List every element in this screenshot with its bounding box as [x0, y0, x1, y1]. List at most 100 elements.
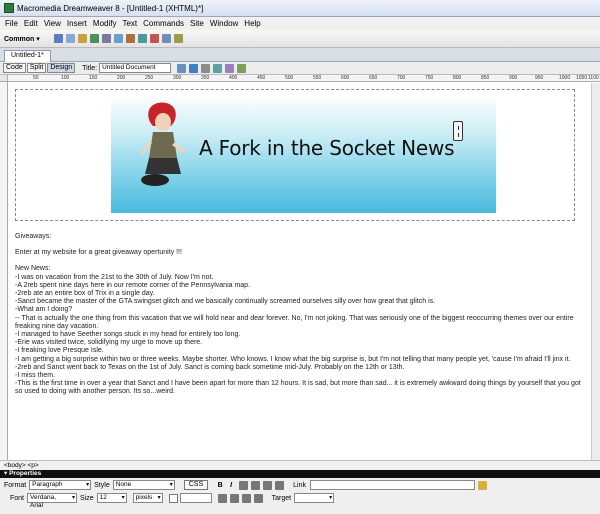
menu-site[interactable]: Site — [187, 19, 207, 28]
menu-help[interactable]: Help — [241, 19, 263, 28]
format-select[interactable]: Paragraph — [29, 480, 92, 490]
menu-edit[interactable]: Edit — [21, 19, 41, 28]
dreamweaver-app-icon — [4, 3, 14, 13]
tag-chooser-icon[interactable] — [174, 34, 183, 43]
ruler-tick: 150 — [89, 75, 98, 81]
properties-title: Properties — [9, 470, 42, 477]
comment-icon[interactable] — [150, 34, 159, 43]
date-icon[interactable] — [138, 34, 147, 43]
table-icon[interactable] — [90, 34, 99, 43]
split-view-button[interactable]: Split — [26, 63, 47, 73]
news-line: -2reb and Sanct went back to Texas on th… — [15, 363, 405, 371]
ruler-tick: 250 — [145, 75, 154, 81]
align-center-icon[interactable] — [251, 480, 261, 490]
size-select[interactable]: 12 — [96, 493, 127, 503]
menu-insert[interactable]: Insert — [64, 19, 90, 28]
font-select[interactable]: Verdana, Arial — [27, 493, 78, 509]
document-title-input[interactable]: Untitled Document — [99, 63, 172, 73]
news-line: -2reb ate an entire box of Trix in a sin… — [15, 290, 155, 298]
design-view-button[interactable]: Design — [47, 63, 76, 73]
named-anchor-icon[interactable] — [78, 34, 87, 43]
text-color-swatch[interactable] — [168, 493, 178, 503]
check-page-icon[interactable] — [201, 63, 211, 73]
ordered-list-icon[interactable] — [229, 493, 239, 503]
news-line: -- That is actually the one thing from t… — [15, 314, 574, 330]
indent-icon[interactable] — [253, 493, 263, 503]
ruler-tick: 450 — [257, 75, 266, 81]
justify-icon[interactable] — [275, 480, 285, 490]
browse-folder-icon[interactable] — [477, 480, 487, 490]
file-management-icon[interactable] — [177, 63, 187, 73]
ruler-tick: 300 — [173, 75, 182, 81]
refresh-icon[interactable] — [213, 63, 223, 73]
layer-icon[interactable] — [102, 34, 111, 43]
link-input[interactable] — [309, 480, 475, 490]
ruler-tick: 650 — [369, 75, 378, 81]
css-button[interactable]: CSS — [183, 480, 209, 490]
italic-button[interactable]: I — [227, 482, 235, 489]
ruler-tick: 50 — [33, 75, 39, 81]
align-left-icon[interactable] — [239, 480, 249, 490]
template-icon[interactable] — [162, 34, 171, 43]
menu-view[interactable]: View — [41, 19, 64, 28]
units-select[interactable]: pixels — [132, 493, 163, 503]
font-label: Font — [10, 494, 25, 502]
ruler-tick: 1000 — [559, 75, 571, 81]
news-line: -This is the first time in over a year t… — [15, 380, 581, 396]
menu-text[interactable]: Text — [119, 19, 140, 28]
media-icon[interactable] — [126, 34, 135, 43]
properties-panel-header[interactable]: ▾ Properties — [0, 470, 600, 478]
image-icon[interactable] — [114, 34, 123, 43]
ruler-tick: 700 — [397, 75, 406, 81]
horizontal-ruler: 50 100 150 200 250 300 350 400 450 500 5… — [8, 75, 600, 82]
style-select[interactable]: None — [112, 480, 175, 490]
code-view-button[interactable]: Code — [3, 63, 26, 73]
format-label: Format — [4, 481, 27, 489]
news-line: -I was on vacation from the 21st to the … — [15, 273, 214, 281]
style-label: Style — [94, 481, 110, 489]
tag-selector[interactable]: <body> <p> — [0, 460, 600, 470]
ruler-tick: 550 — [313, 75, 322, 81]
window-title-bar: Macromedia Dreamweaver 8 - [Untitled-1 (… — [0, 0, 600, 17]
link-label: Link — [293, 481, 306, 489]
ruler-tick: 1050 — [576, 75, 588, 81]
menu-commands[interactable]: Commands — [140, 19, 187, 28]
properties-row-1: Format Paragraph Style None CSS B I Link — [4, 479, 490, 491]
view-options-icon[interactable] — [225, 63, 235, 73]
page-content[interactable]: Giveaways: Enter at my website for a gre… — [15, 233, 589, 397]
menu-file[interactable]: File — [2, 19, 21, 28]
ruler-tick: 750 — [425, 75, 434, 81]
hyperlink-icon[interactable] — [54, 34, 63, 43]
news-line: -Erie was visited twice, solidifying my … — [15, 339, 203, 347]
document-tab-untitled-1[interactable]: Untitled-1* — [4, 50, 51, 62]
unordered-list-icon[interactable] — [217, 493, 227, 503]
ruler-tick: 100 — [61, 75, 70, 81]
align-right-icon[interactable] — [263, 480, 273, 490]
banner-image[interactable]: A Fork in the Socket News — [111, 94, 496, 213]
design-view-canvas[interactable]: A Fork in the Socket News Giveaways: Ent… — [9, 83, 591, 460]
menu-window[interactable]: Window — [207, 19, 241, 28]
text-color-input[interactable] — [179, 493, 212, 503]
vertical-scrollbar[interactable] — [591, 83, 600, 460]
visual-aids-icon[interactable] — [237, 63, 247, 73]
vertical-ruler — [0, 82, 8, 460]
preview-in-browser-icon[interactable] — [189, 63, 199, 73]
news-line: -A 2reb spent nine days here in our remo… — [15, 281, 251, 289]
target-select[interactable] — [294, 493, 335, 503]
size-label: Size — [80, 494, 94, 502]
email-link-icon[interactable] — [66, 34, 75, 43]
ruler-tick: 600 — [341, 75, 350, 81]
news-line: -I miss them. — [15, 372, 56, 380]
cartoon-girl-illustration — [139, 102, 186, 186]
ruler-origin — [0, 75, 8, 82]
outdent-icon[interactable] — [241, 493, 251, 503]
electrical-outlet-icon — [453, 121, 463, 141]
ruler-tick: 1100 — [588, 75, 599, 81]
document-tab-bar: Untitled-1* — [0, 48, 600, 62]
news-heading: New News: — [15, 265, 51, 273]
properties-panel: Format Paragraph Style None CSS B I Link… — [0, 478, 600, 514]
insert-category-select[interactable]: Common ▾ — [4, 35, 54, 43]
bold-button[interactable]: B — [216, 482, 224, 489]
window-title: Macromedia Dreamweaver 8 - [Untitled-1 (… — [17, 3, 204, 13]
menu-modify[interactable]: Modify — [90, 19, 120, 28]
